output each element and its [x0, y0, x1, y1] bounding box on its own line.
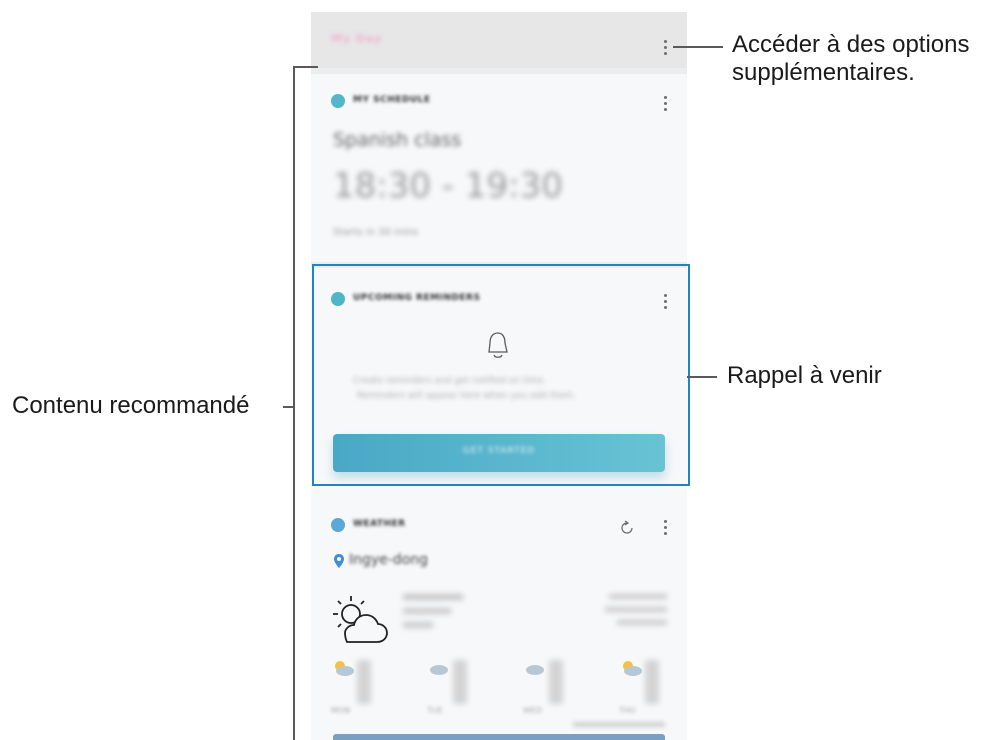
forecast-row: MON TUE WED THU — [331, 658, 671, 718]
more-options-icon[interactable] — [662, 40, 668, 56]
forecast-day: MON — [331, 658, 371, 715]
app-header: My Day — [311, 12, 687, 68]
sun-cloud-icon — [623, 661, 642, 676]
current-temperature-details — [403, 594, 471, 640]
forecast-day: TUE — [427, 658, 467, 715]
cloud-icon — [526, 665, 544, 675]
calendar-icon — [331, 94, 345, 108]
card-more-options-icon[interactable] — [662, 96, 668, 112]
upcoming-reminder-callout: Rappel à venir — [727, 362, 882, 389]
weather-card[interactable]: WEATHER Ingye-dong MON TUE WED THU — [311, 490, 687, 740]
callout-line2: supplémentaires. — [732, 59, 915, 86]
refresh-icon[interactable] — [619, 520, 635, 536]
partly-cloudy-icon — [333, 596, 388, 643]
card-more-options-icon[interactable] — [662, 520, 668, 536]
weather-app-icon — [331, 518, 345, 532]
updated-timestamp — [573, 722, 665, 727]
sun-cloud-icon — [335, 661, 354, 676]
card-title: WEATHER — [353, 519, 406, 529]
location-pin-icon — [334, 554, 344, 568]
location-name: Ingye-dong — [349, 552, 429, 568]
cloud-icon — [430, 665, 448, 675]
reminder-highlight-frame — [312, 264, 690, 486]
page-title: My Day — [331, 32, 383, 45]
weather-action-bar[interactable] — [333, 734, 665, 740]
event-name: Spanish class — [333, 129, 462, 151]
callout-line — [687, 376, 717, 378]
card-title: MY SCHEDULE — [353, 95, 431, 105]
recommended-content-callout: Contenu recommandé — [12, 392, 250, 419]
callout-bracket-top — [293, 66, 318, 68]
forecast-day: WED — [523, 658, 563, 715]
forecast-day-label: WED — [523, 706, 543, 715]
weather-summary — [601, 594, 667, 640]
forecast-day-label: TUE — [427, 706, 443, 715]
callout-line — [283, 406, 295, 408]
forecast-day-label: MON — [331, 706, 351, 715]
callout-bracket-line — [293, 66, 295, 740]
event-time-range: 18:30 - 19:30 — [333, 166, 563, 206]
callout-line1: Accéder à des options — [732, 31, 970, 58]
forecast-day-label: THU — [619, 706, 636, 715]
forecast-day: THU — [619, 658, 659, 715]
event-subtitle: Starts in 30 mins — [333, 227, 419, 238]
schedule-card[interactable]: MY SCHEDULE Spanish class 18:30 - 19:30 … — [311, 74, 687, 262]
more-options-callout: Accéder à des options supplémentaires. — [732, 31, 969, 87]
callout-line — [673, 46, 723, 48]
